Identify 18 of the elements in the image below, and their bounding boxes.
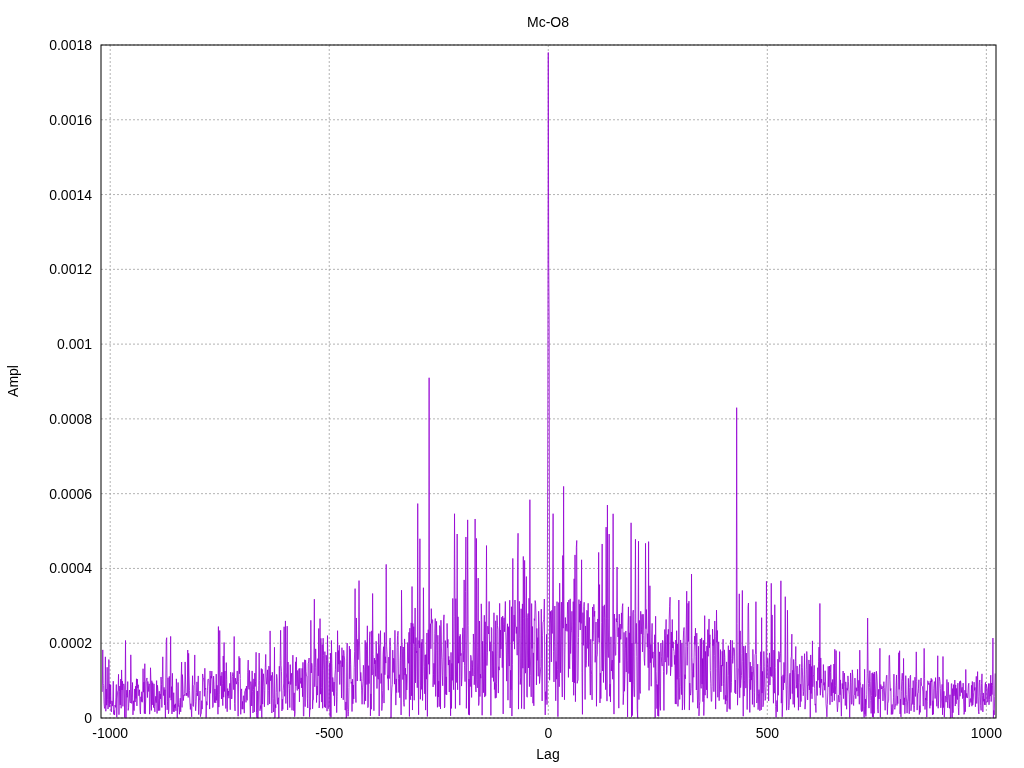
tick-label: 0.0016 xyxy=(49,111,92,128)
tick-label: -1000 xyxy=(92,725,129,741)
tick-label: -500 xyxy=(315,725,344,741)
tick-label: 0.0006 xyxy=(49,485,92,502)
tick-label: 0 xyxy=(84,710,92,726)
tick-label: 0 xyxy=(544,725,553,741)
tick-label: 1000 xyxy=(970,725,1002,741)
tick-label: 0.0002 xyxy=(49,635,92,652)
tick-label: 0.0004 xyxy=(49,560,92,577)
tick-label: 0.0008 xyxy=(49,410,92,427)
tick-label: 0.0018 xyxy=(49,37,92,53)
axis-label: Ampl xyxy=(5,365,21,397)
chart-title: Mc-O8 xyxy=(527,14,569,30)
axis-label: Lag xyxy=(536,746,560,762)
tick-label: 0.001 xyxy=(56,336,92,353)
tick-label: 500 xyxy=(755,725,779,741)
tick-label: 0.0014 xyxy=(49,186,92,203)
tick-label: 0.0012 xyxy=(49,261,92,278)
